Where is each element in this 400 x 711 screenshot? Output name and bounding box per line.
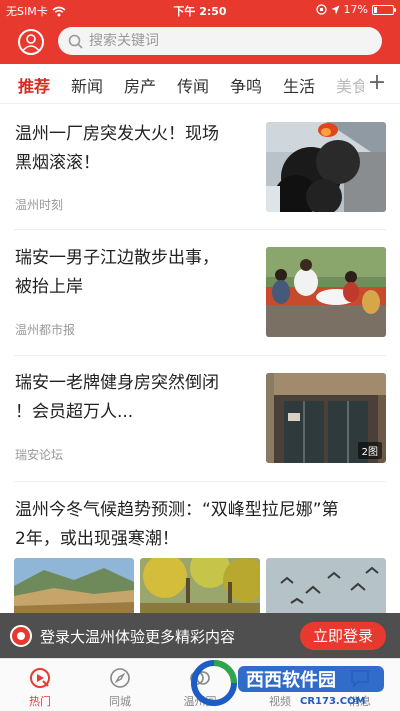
app-header [0,20,400,64]
tab-news[interactable]: 新闻 [71,73,103,97]
news-source: 温州都市报 [15,323,76,337]
news-thumbnail-gym[interactable]: 2图 [266,373,386,463]
search-bar[interactable] [58,27,382,55]
add-tab-icon[interactable]: + [364,70,390,95]
news-title: 瑞安一男子江边散步出事， 被抬上岸 [15,244,219,302]
battery-percent: 17% [343,3,368,16]
nav-label: 同城 [109,695,131,708]
news-thumbnail-rescue[interactable] [266,247,386,337]
nav-label: 热门 [29,695,51,708]
login-banner: 登录大温州体验更多精彩内容 立即登录 [0,613,400,658]
news-title-line: 温州一厂房突发大火！现场 [15,124,219,144]
news-source: 温州时刻 [15,198,64,212]
news-title: 瑞安一老牌健身房突然倒闭 ！会员超万人... [15,369,219,427]
news-title-line: 2年，或出现强寒潮！ [15,529,179,549]
divider [14,355,386,356]
tab-recommend[interactable]: 推荐 [18,73,50,97]
news-thumbnail-ginkgo[interactable] [140,558,260,613]
nav-item-hot[interactable]: 热门 [0,659,80,711]
tab-rumors[interactable]: 传闻 [177,73,209,97]
watermark-url: CR173.COM [300,696,366,706]
watermark-brand: 西西软件园 [246,669,336,691]
tab-debate[interactable]: 争鸣 [230,73,262,97]
login-button[interactable]: 立即登录 [300,622,386,650]
divider [14,481,386,482]
tab-realestate[interactable]: 房产 [124,73,156,97]
location-icon [331,5,340,14]
watermark-logo: 西西软件园 CR173.COM [190,660,386,707]
status-right: 17% [315,3,396,16]
nav-item-local[interactable]: 同城 [80,659,160,711]
news-title: 温州今冬气候趋势预测：“双峰型拉尼娜”第 2年，或出现强寒潮！ [15,496,339,554]
divider [14,229,386,230]
login-prompt-text: 登录大温州体验更多精彩内容 [40,628,236,646]
app-logo-icon [10,625,32,647]
news-title: 温州一厂房突发大火！现场 黑烟滚滚！ [15,120,219,178]
battery-icon [372,4,396,15]
compass-icon [110,668,130,688]
image-count-badge: 2图 [357,442,382,459]
news-thumbnail-birds[interactable] [266,558,386,613]
news-title-line: 瑞安一男子江边散步出事， [15,248,219,268]
user-icon[interactable] [18,29,44,55]
hot-icon [30,668,50,688]
news-thumbnail-fire[interactable] [266,122,386,212]
news-title-line: 黑烟滚滚！ [15,153,100,173]
news-title-line: 被抬上岸 [15,277,83,297]
search-input[interactable] [89,33,369,49]
lock-rotation-icon [315,4,327,15]
battery-level [374,6,377,13]
search-icon [68,34,83,49]
news-title-line: 瑞安一老牌健身房突然倒闭 [15,373,219,393]
news-title-line: ！会员超万人... [15,402,134,422]
news-title-line: 温州今冬气候趋势预测：“双峰型拉尼娜”第 [15,500,339,520]
news-source: 瑞安论坛 [15,448,64,462]
tab-life[interactable]: 生活 [283,73,315,97]
news-thumbnail-landscape[interactable] [14,558,134,613]
status-bar: 无SIM卡 下午 2:50 17% [0,0,400,20]
category-tabs: 推荐 新闻 房产 传闻 争鸣 生活 美食 + [0,64,400,104]
